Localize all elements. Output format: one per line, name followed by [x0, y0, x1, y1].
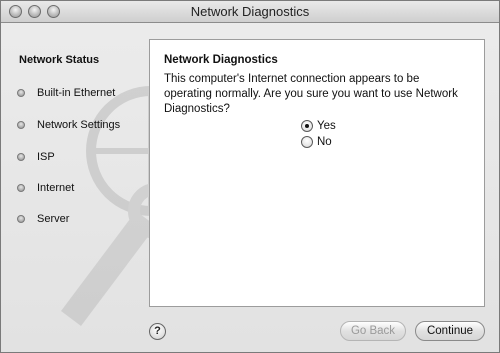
sidebar-heading: Network Status [19, 54, 100, 66]
sidebar-item-server: Server [17, 212, 69, 226]
sidebar-item-label: ISP [37, 151, 55, 163]
status-indicator-icon [17, 215, 25, 223]
continue-button[interactable]: Continue [415, 321, 485, 341]
sidebar: Network Status Built-in Ethernet Network… [1, 24, 149, 324]
sidebar-item-label: Built-in Ethernet [37, 87, 116, 99]
sidebar-item-label: Internet [37, 182, 75, 194]
help-button[interactable]: ? [149, 323, 166, 340]
status-indicator-icon [17, 184, 25, 192]
panel-title: Network Diagnostics [164, 54, 278, 66]
go-back-button[interactable]: Go Back [340, 321, 406, 341]
window-title: Network Diagnostics [190, 4, 310, 19]
sidebar-item-label: Server [37, 213, 70, 225]
title-bar: Network Diagnostics [1, 1, 499, 23]
panel-message: This computer's Internet connection appe… [164, 73, 458, 115]
content-panel: Network Diagnostics This computer's Inte… [149, 39, 485, 307]
radio-option-yes[interactable]: Yes [301, 120, 336, 132]
radio-button-checked[interactable] [301, 120, 313, 132]
status-indicator-icon [17, 89, 25, 97]
sidebar-item-built-in-ethernet: Built-in Ethernet [17, 86, 115, 100]
radio-label-no: No [317, 136, 332, 148]
status-indicator-icon [17, 121, 25, 129]
network-diagnostics-window: Network Diagnostics Network Status Built… [0, 0, 500, 353]
radio-option-no[interactable]: No [301, 136, 332, 148]
radio-button-unchecked[interactable] [301, 136, 313, 148]
radio-label-yes: Yes [317, 120, 336, 132]
sidebar-item-label: Network Settings [37, 119, 121, 131]
sidebar-item-internet: Internet [17, 181, 74, 195]
sidebar-item-isp: ISP [17, 150, 55, 164]
sidebar-item-network-settings: Network Settings [17, 118, 120, 132]
status-indicator-icon [17, 153, 25, 161]
